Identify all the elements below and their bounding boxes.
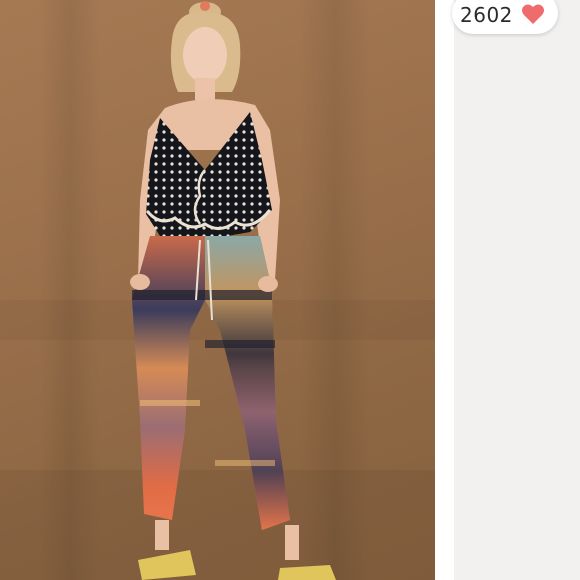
product-photo-illustration [0, 0, 435, 580]
side-strip [454, 0, 580, 580]
like-count: 2602 [460, 3, 513, 27]
heart-icon [521, 4, 544, 24]
like-button[interactable]: 2602 [452, 0, 558, 34]
listing-view: 2602 [0, 0, 580, 580]
product-photo[interactable] [0, 0, 435, 580]
